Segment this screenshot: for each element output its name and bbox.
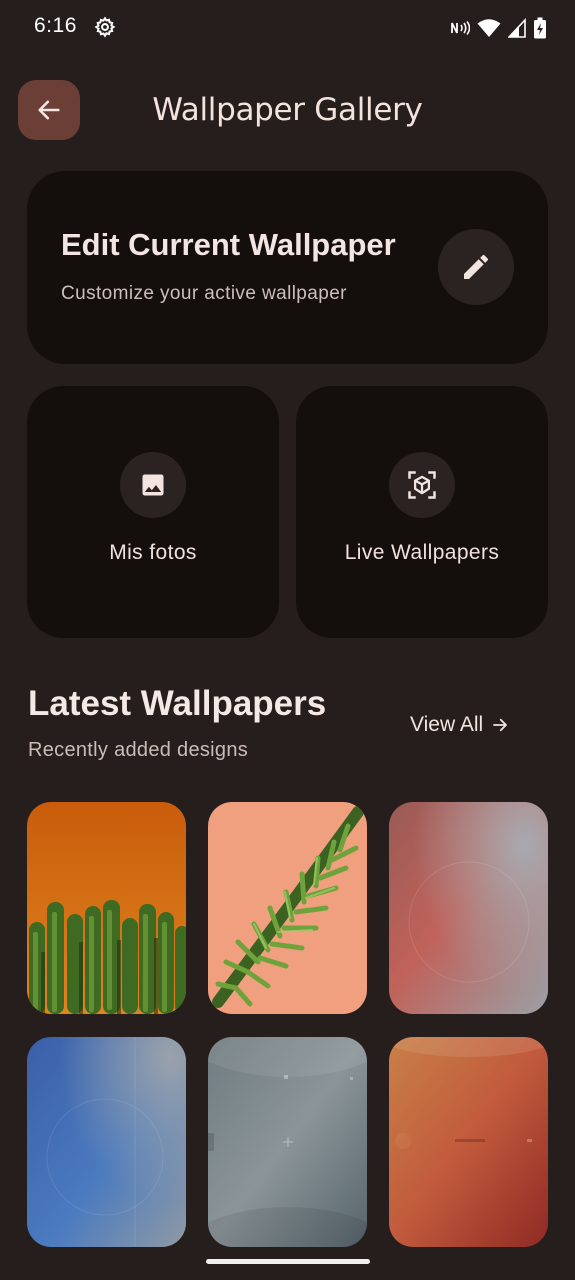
3d-cube-icon xyxy=(408,471,436,499)
wallpaper-thumb-cactus-orange[interactable] xyxy=(27,802,186,1014)
arrow-forward-icon xyxy=(493,718,508,732)
live-wallpapers-label: Live Wallpapers xyxy=(344,541,500,564)
nfc-icon xyxy=(451,21,470,35)
gradient-rose-grey-image xyxy=(389,802,548,1014)
wallpaper-gallery-screen: 6:16 Wallpaper Gallery Edit Current Wall… xyxy=(0,0,575,1280)
wallpaper-thumb-gradient-rose-grey[interactable] xyxy=(389,802,548,1014)
image-icon xyxy=(142,474,164,496)
gradient-blue-image xyxy=(27,1037,186,1247)
settings-icon xyxy=(94,16,116,38)
latest-wallpapers-subtitle: Recently added designs xyxy=(28,739,249,761)
edit-pencil-icon xyxy=(464,254,489,279)
edit-card-subtitle: Customize your active wallpaper xyxy=(61,283,347,304)
tile-icon-circle xyxy=(120,452,186,518)
battery-charging-icon xyxy=(534,17,546,39)
edit-current-wallpaper-card[interactable]: Edit Current Wallpaper Customize your ac… xyxy=(27,171,548,364)
wallpaper-thumb-gradient-blue[interactable] xyxy=(27,1037,186,1247)
gradient-orange-red-image xyxy=(389,1037,548,1247)
edit-card-title: Edit Current Wallpaper xyxy=(61,227,396,262)
latest-wallpapers-title: Latest Wallpapers xyxy=(28,684,327,723)
wallpaper-thumb-gradient-slate[interactable] xyxy=(208,1037,367,1247)
page-title: Wallpaper Gallery xyxy=(152,92,423,128)
view-all-link[interactable]: View All xyxy=(410,713,509,737)
cactus-orange-image xyxy=(27,802,186,1014)
wallpaper-thumb-fern-peach[interactable] xyxy=(208,802,367,1014)
status-bar: 6:16 xyxy=(0,0,575,56)
status-time: 6:16 xyxy=(34,14,77,37)
status-icons xyxy=(450,16,547,40)
mis-fotos-label: Mis fotos xyxy=(109,541,197,564)
wifi-icon xyxy=(477,19,501,37)
gesture-nav-handle[interactable] xyxy=(206,1259,370,1264)
mis-fotos-tile[interactable]: Mis fotos xyxy=(27,386,279,638)
live-wallpapers-tile[interactable]: Live Wallpapers xyxy=(296,386,548,638)
view-all-label: View All xyxy=(410,713,484,736)
tile-icon-circle xyxy=(389,452,455,518)
fern-peach-image xyxy=(208,802,367,1014)
edit-wallpaper-button[interactable] xyxy=(438,229,514,305)
gradient-slate-image xyxy=(208,1037,367,1247)
signal-icon xyxy=(508,18,526,38)
wallpaper-thumb-gradient-orange-red[interactable] xyxy=(389,1037,548,1247)
